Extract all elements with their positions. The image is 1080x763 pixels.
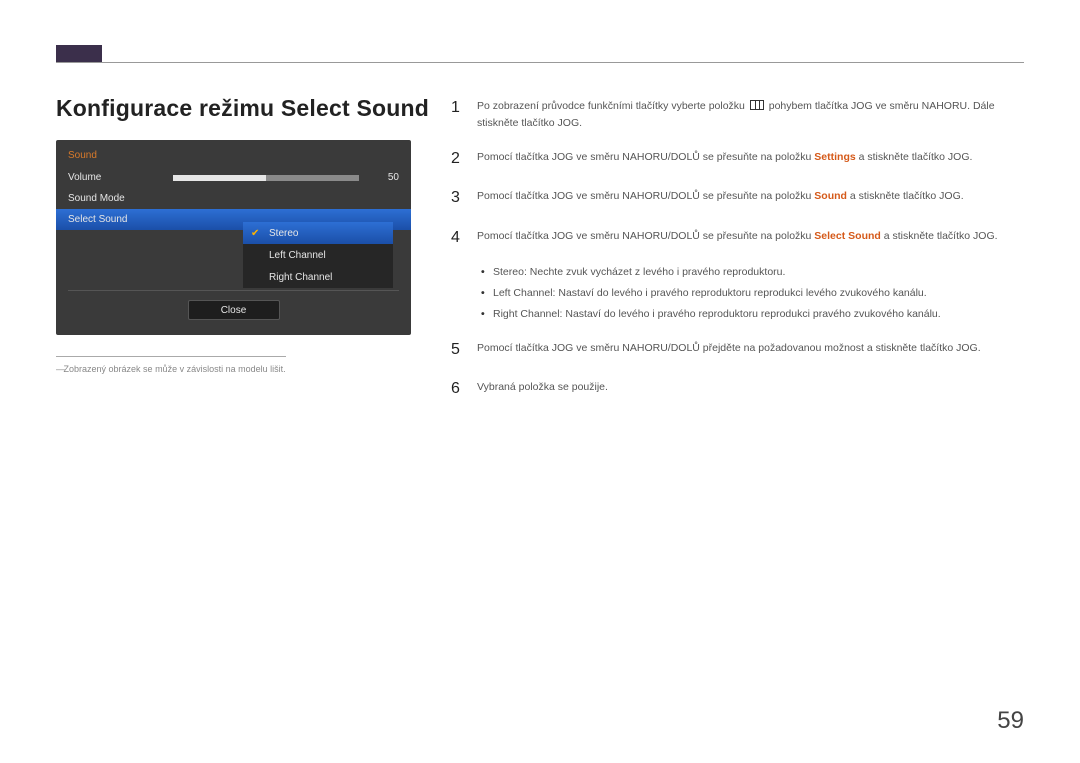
- step-6: 6 Vybraná položka se použije.: [451, 376, 1024, 402]
- step-5: 5 Pomocí tlačítka JOG ve směru NAHORU/DO…: [451, 337, 1024, 363]
- list-item: Right Channel: Nastaví do levého i pravé…: [477, 306, 1024, 323]
- highlight: Right Channel: [493, 308, 560, 320]
- step-4: 4 Pomocí tlačítka JOG ve směru NAHORU/DO…: [451, 225, 1024, 251]
- highlight: Stereo: [493, 266, 524, 278]
- t: : Nastaví do levého i pravého reprodukto…: [553, 287, 927, 299]
- t: Pomocí tlačítka JOG ve směru NAHORU/DOLŮ…: [477, 151, 814, 163]
- accent-block: [56, 45, 102, 63]
- page: Konfigurace režimu Select Sound Sound Vo…: [0, 0, 1080, 763]
- step-num: 6: [451, 376, 477, 402]
- list-item: Left Channel: Nastaví do levého i pravéh…: [477, 285, 1024, 302]
- osd-panel: Sound Volume 50 Sound Mode Select Sound …: [56, 140, 411, 335]
- step-text: Pomocí tlačítka JOG ve směru NAHORU/DOLŮ…: [477, 146, 972, 172]
- step-num: 3: [451, 185, 477, 211]
- osd-title: Sound: [56, 140, 411, 167]
- t: Pomocí tlačítka JOG ve směru NAHORU/DOLŮ…: [477, 230, 814, 242]
- highlight: Settings: [814, 151, 855, 163]
- step-num: 2: [451, 146, 477, 172]
- list-item: Stereo: Nechte zvuk vycházet z levého i …: [477, 264, 1024, 281]
- step-num: 5: [451, 337, 477, 363]
- step-text: Po zobrazení průvodce funkčními tlačítky…: [477, 95, 1024, 132]
- volume-value: 50: [359, 172, 399, 183]
- footnote-rule: [56, 356, 286, 357]
- option-bullets: Stereo: Nechte zvuk vycházet z levého i …: [477, 264, 1024, 322]
- t: a stiskněte tlačítko JOG.: [881, 230, 998, 242]
- osd-row-volume: Volume 50: [56, 167, 411, 188]
- step-text: Pomocí tlačítka JOG ve směru NAHORU/DOLŮ…: [477, 337, 981, 363]
- step-text: Pomocí tlačítka JOG ve směru NAHORU/DOLŮ…: [477, 225, 998, 251]
- header-rule: [56, 62, 1024, 63]
- step-num: 4: [451, 225, 477, 251]
- highlight: Left Channel: [493, 287, 553, 299]
- t: : Nechte zvuk vycházet z levého i pravéh…: [524, 266, 785, 278]
- step-text: Vybraná položka se použije.: [477, 376, 608, 402]
- step-1: 1 Po zobrazení průvodce funkčními tlačít…: [451, 95, 1024, 132]
- select-sound-label: Select Sound: [68, 214, 173, 225]
- step-num: 1: [451, 95, 477, 132]
- osd-submenu: Stereo Left Channel Right Channel: [243, 222, 393, 288]
- osd-separator: [68, 290, 399, 291]
- step-2: 2 Pomocí tlačítka JOG ve směru NAHORU/DO…: [451, 146, 1024, 172]
- page-title: Konfigurace režimu Select Sound: [56, 95, 429, 122]
- step-text: Pomocí tlačítka JOG ve směru NAHORU/DOLŮ…: [477, 185, 964, 211]
- highlight: Sound: [814, 190, 847, 202]
- footnote: Zobrazený obrázek se může v závislosti n…: [56, 364, 286, 374]
- t: : Nastaví do levého i pravého reprodukto…: [560, 308, 941, 320]
- submenu-left: Left Channel: [243, 244, 393, 266]
- menu-icon: [750, 100, 764, 110]
- t: Po zobrazení průvodce funkčními tlačítky…: [477, 100, 748, 112]
- osd-row-sound-mode: Sound Mode: [56, 188, 411, 209]
- t: a stiskněte tlačítko JOG.: [856, 151, 973, 163]
- volume-bar: [173, 175, 359, 181]
- page-number: 59: [997, 707, 1024, 735]
- highlight: Select Sound: [814, 230, 881, 242]
- t: Pomocí tlačítka JOG ve směru NAHORU/DOLŮ…: [477, 190, 814, 202]
- osd-close-button[interactable]: Close: [188, 300, 280, 320]
- t: a stiskněte tlačítko JOG.: [847, 190, 964, 202]
- sound-mode-label: Sound Mode: [68, 193, 173, 204]
- volume-label: Volume: [68, 172, 173, 183]
- submenu-right: Right Channel: [243, 266, 393, 288]
- submenu-stereo: Stereo: [243, 222, 393, 244]
- steps-column: 1 Po zobrazení průvodce funkčními tlačít…: [451, 95, 1024, 416]
- step-3: 3 Pomocí tlačítka JOG ve směru NAHORU/DO…: [451, 185, 1024, 211]
